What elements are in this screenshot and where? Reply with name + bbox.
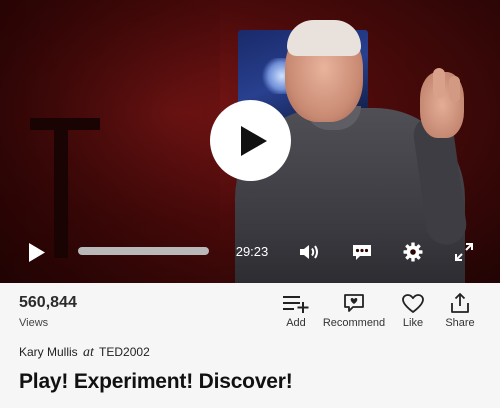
playlist-add-icon	[283, 296, 309, 313]
volume-icon	[300, 245, 318, 259]
play-icon	[29, 242, 45, 262]
talk-info-panel: 560,844 Views Add Recommend Like Share K…	[0, 283, 500, 408]
captions-button[interactable]	[349, 232, 375, 272]
views-count: 560,844	[19, 294, 77, 311]
play-icon	[240, 125, 267, 156]
speaker-hair	[287, 20, 361, 56]
views-label: Views	[19, 317, 49, 329]
fullscreen-icon	[455, 243, 473, 261]
recommend-icon	[344, 294, 364, 312]
event-name[interactable]: TED2002	[99, 345, 150, 359]
captions-icon	[353, 245, 371, 260]
heart-icon	[402, 294, 424, 313]
add-button[interactable]: Add	[278, 290, 314, 332]
fullscreen-button[interactable]	[451, 232, 477, 272]
speaker-finger	[433, 68, 445, 98]
recommend-label: Recommend	[322, 317, 386, 329]
talk-title: Play! Experiment! Discover!	[19, 370, 293, 393]
share-button[interactable]: Share	[442, 290, 478, 332]
share-icon	[451, 293, 469, 313]
player-controls: 29:23	[0, 232, 500, 272]
byline-at: at	[83, 345, 94, 360]
talk-byline: Kary Mullis at TED2002	[19, 345, 150, 361]
big-play-button[interactable]	[210, 100, 291, 181]
like-label: Like	[402, 317, 424, 329]
settings-button[interactable]	[400, 232, 426, 272]
gear-icon	[403, 242, 423, 262]
recommend-button[interactable]: Recommend	[321, 290, 387, 332]
add-label: Add	[286, 317, 306, 329]
duration-time: 29:23	[235, 244, 269, 259]
like-button[interactable]: Like	[396, 290, 430, 332]
video-player[interactable]: 29:23	[0, 0, 500, 283]
speaker-name[interactable]: Kary Mullis	[19, 345, 78, 359]
play-button[interactable]	[22, 232, 52, 272]
progress-bar[interactable]	[78, 247, 209, 255]
speaker-finger	[449, 76, 460, 102]
share-label: Share	[445, 317, 475, 329]
volume-button[interactable]	[297, 232, 323, 272]
